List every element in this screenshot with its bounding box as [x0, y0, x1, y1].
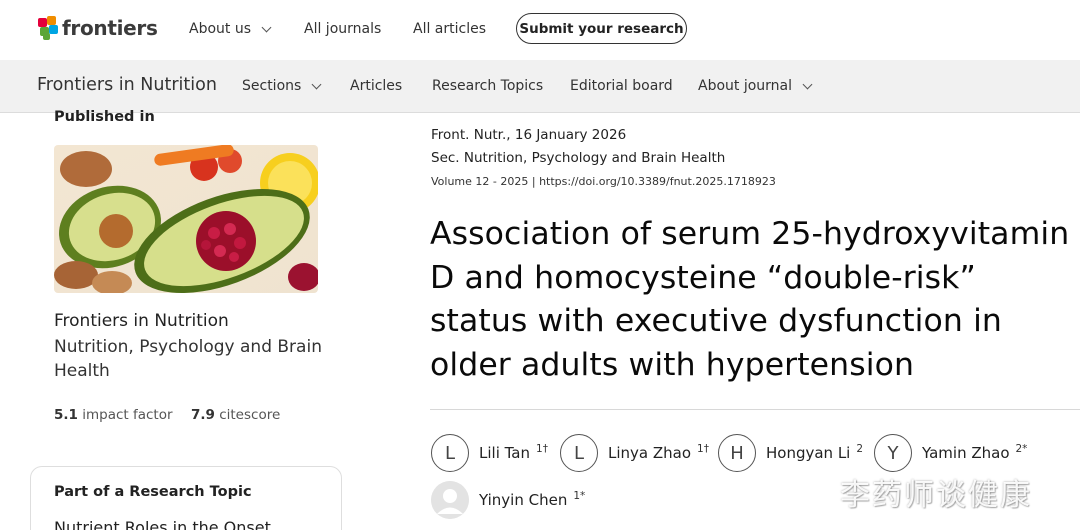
nav-editorial-board[interactable]: Editorial board: [570, 78, 673, 94]
nav-sections[interactable]: Sections: [242, 78, 322, 94]
author-affiliation: 1*: [573, 490, 586, 502]
nav-articles-label: Articles: [350, 78, 403, 94]
nav-sections-label: Sections: [242, 78, 302, 94]
author-affiliation: 2*: [1015, 443, 1028, 455]
chevron-down-icon: [802, 79, 813, 89]
nav-about-journal-label: About journal: [698, 78, 793, 94]
doi-separator: |: [531, 175, 540, 188]
nav-about-us-label: About us: [189, 21, 252, 37]
nav-about-journal[interactable]: About journal: [698, 78, 813, 94]
frontiers-logo-icon: [38, 16, 58, 40]
author-hongyan-li[interactable]: H Hongyan Li 2: [718, 434, 863, 472]
citescore-value: 7.9: [191, 407, 215, 423]
sidebar-journal-name[interactable]: Frontiers in Nutrition: [54, 311, 229, 331]
author-linya-zhao[interactable]: L Linya Zhao 1†: [560, 434, 709, 472]
title-divider: [430, 409, 1080, 410]
author-yinyin-chen[interactable]: Yinyin Chen 1*: [431, 481, 585, 519]
author-affiliation: 1†: [536, 443, 548, 455]
citescore-label: citescore: [219, 407, 281, 423]
citescore-metric: 7.9 citescore: [191, 407, 280, 423]
frontiers-logo[interactable]: frontiers: [38, 15, 158, 41]
nav-about-us[interactable]: About us: [189, 19, 272, 39]
author-avatar: L: [560, 434, 598, 472]
author-name: Yamin Zhao: [922, 444, 1010, 462]
nav-articles[interactable]: Articles: [350, 78, 402, 94]
impact-factor-metric: 5.1 impact factor: [54, 407, 173, 423]
nav-editorial-board-label: Editorial board: [570, 78, 673, 94]
author-name: Linya Zhao: [608, 444, 692, 462]
top-navigation: frontiers About us All journals All arti…: [0, 0, 1080, 60]
article-volume-doi: Volume 12 - 2025 | https://doi.org/10.33…: [431, 175, 776, 188]
author-avatar: L: [431, 434, 469, 472]
article-volume: Volume 12 - 2025: [431, 175, 529, 188]
author-avatar: Y: [874, 434, 912, 472]
watermark: 李药师谈健康: [840, 478, 1032, 513]
research-topic-label: Part of a Research Topic: [54, 484, 252, 500]
author-affiliation: 1†: [697, 443, 709, 455]
nav-research-topics[interactable]: Research Topics: [432, 78, 543, 94]
journal-home-link[interactable]: Frontiers in Nutrition: [37, 75, 217, 95]
author-avatar: [431, 481, 469, 519]
sidebar-section-name[interactable]: Nutrition, Psychology and Brain Health: [54, 335, 324, 383]
impact-factor-label: impact factor: [82, 407, 173, 423]
nav-all-journals[interactable]: All journals: [304, 19, 381, 39]
author-name: Lili Tan: [479, 444, 531, 462]
article-title: Association of serum 25-hydroxyvitamin D…: [430, 216, 1070, 383]
author-name: Hongyan Li: [766, 444, 851, 462]
submit-research-button[interactable]: Submit your research: [516, 13, 687, 44]
impact-factor-value: 5.1: [54, 407, 78, 423]
nav-research-topics-label: Research Topics: [432, 78, 544, 94]
article-doi-link[interactable]: https://doi.org/10.3389/fnut.2025.171892…: [539, 175, 776, 188]
journal-navigation: Frontiers in Nutrition Sections Articles…: [0, 60, 1080, 113]
nav-all-articles[interactable]: All articles: [413, 19, 486, 39]
author-lili-tan[interactable]: L Lili Tan 1†: [431, 434, 548, 472]
user-placeholder-icon: [431, 481, 469, 519]
published-in-label: Published in: [54, 109, 155, 125]
journal-cover-image[interactable]: [54, 145, 318, 293]
article-section[interactable]: Sec. Nutrition, Psychology and Brain Hea…: [431, 150, 725, 166]
chevron-down-icon: [261, 22, 272, 32]
article-citation: Front. Nutr., 16 January 2026: [431, 127, 627, 143]
author-yamin-zhao[interactable]: Y Yamin Zhao 2*: [874, 434, 1027, 472]
frontiers-logo-text: frontiers: [62, 16, 158, 40]
chevron-down-icon: [311, 79, 322, 89]
research-topic-title[interactable]: Nutrient Roles in the Onset: [54, 518, 271, 530]
nav-all-journals-label: All journals: [304, 21, 382, 37]
nav-all-articles-label: All articles: [413, 21, 487, 37]
author-affiliation: 2: [856, 443, 864, 455]
author-avatar: H: [718, 434, 756, 472]
food-photo-icon: [54, 145, 318, 293]
author-name: Yinyin Chen: [479, 491, 568, 509]
